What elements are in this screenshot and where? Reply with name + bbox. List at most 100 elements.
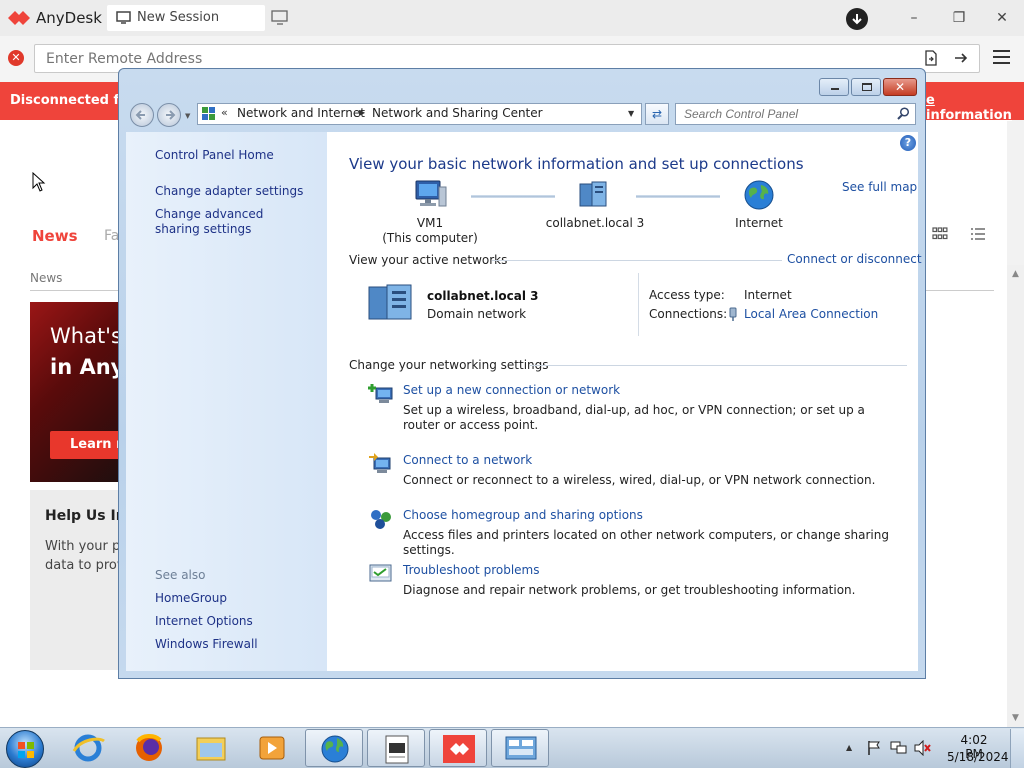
firefox-icon[interactable] bbox=[120, 729, 178, 767]
volume-muted-icon[interactable] bbox=[914, 740, 932, 756]
breadcrumb-network-and-internet[interactable]: Network and Internet bbox=[237, 106, 365, 120]
breadcrumb-overflow-icon[interactable]: « bbox=[221, 106, 228, 119]
recent-pages-dropdown-icon[interactable]: ▼ bbox=[185, 112, 190, 120]
map-node-label: Internet bbox=[735, 216, 783, 230]
scroll-up-icon[interactable]: ▲ bbox=[1010, 269, 1021, 279]
anydesk-logo-icon bbox=[8, 11, 30, 25]
map-connector-line bbox=[471, 195, 555, 198]
homegroup-sharing-desc: Access files and printers located on oth… bbox=[403, 528, 889, 557]
file-transfer-icon[interactable] bbox=[923, 50, 939, 66]
domain-network-icon[interactable] bbox=[367, 283, 417, 323]
networking-settings-heading: Change your networking settings bbox=[349, 358, 549, 372]
windows-firewall-link[interactable]: Windows Firewall bbox=[155, 637, 258, 652]
windows-explorer-icon[interactable] bbox=[182, 729, 240, 767]
homegroup-link[interactable]: HomeGroup bbox=[155, 591, 227, 606]
back-button[interactable] bbox=[130, 103, 154, 127]
banner-text: Disconnected fro bbox=[10, 93, 135, 108]
internet-explorer-icon[interactable] bbox=[59, 729, 117, 767]
address-dropdown-icon[interactable]: ▼ bbox=[628, 109, 634, 118]
scroll-down-icon[interactable]: ▼ bbox=[1010, 713, 1021, 723]
connections-label: Connections: bbox=[649, 307, 728, 321]
help-card-text-line1: With your p bbox=[45, 539, 121, 554]
internet-options-link[interactable]: Internet Options bbox=[155, 614, 253, 629]
new-connection-icon bbox=[368, 384, 393, 403]
troubleshoot-icon bbox=[369, 564, 392, 582]
grid-view-icon[interactable] bbox=[932, 226, 948, 242]
see-also-heading: See also bbox=[155, 568, 206, 582]
computer-icon[interactable] bbox=[413, 179, 447, 209]
vertical-scrollbar[interactable]: ▲ ▼ bbox=[1007, 265, 1024, 727]
section-divider bbox=[492, 260, 782, 261]
restore-icon[interactable]: ❐ bbox=[950, 9, 968, 27]
connect-to-network-link[interactable]: Connect to a network bbox=[403, 453, 532, 467]
page-title: View your basic network information and … bbox=[349, 155, 804, 173]
globe-icon[interactable] bbox=[744, 180, 774, 210]
list-view-icon[interactable] bbox=[970, 227, 986, 241]
hamburger-menu-icon[interactable] bbox=[993, 50, 1010, 64]
connect-to-network-desc: Connect or reconnect to a wireless, wire… bbox=[403, 473, 876, 487]
network-type[interactable]: Domain network bbox=[427, 307, 526, 321]
close-icon[interactable]: ✕ bbox=[993, 9, 1011, 27]
connect-to-network-icon bbox=[369, 453, 391, 473]
anydesk-taskbar-icon[interactable] bbox=[429, 729, 487, 767]
tab-new-session[interactable]: New Session bbox=[107, 5, 265, 31]
action-center-flag-icon[interactable] bbox=[866, 740, 882, 756]
control-panel-home-link[interactable]: Control Panel Home bbox=[155, 148, 274, 163]
homegroup-sharing-link[interactable]: Choose homegroup and sharing options bbox=[403, 508, 643, 522]
connect-arrow-icon[interactable] bbox=[953, 50, 969, 66]
access-type-value: Internet bbox=[744, 288, 792, 302]
disconnected-status-icon: ✕ bbox=[8, 50, 24, 66]
monitor-icon bbox=[116, 11, 131, 24]
clock-date[interactable]: 5/18/2024 bbox=[947, 750, 1009, 764]
map-connector-line bbox=[636, 195, 720, 198]
ethernet-icon bbox=[729, 307, 737, 321]
section-divider bbox=[530, 365, 907, 366]
tab-news[interactable]: News bbox=[32, 227, 78, 245]
new-tab-icon[interactable] bbox=[271, 10, 289, 26]
help-card-title: Help Us In bbox=[45, 508, 126, 524]
map-node-sublabel: (This computer) bbox=[382, 231, 478, 245]
media-player-icon[interactable] bbox=[243, 729, 301, 767]
minimize-icon[interactable]: – bbox=[905, 9, 923, 27]
help-icon[interactable]: ? bbox=[900, 135, 916, 151]
forward-button[interactable] bbox=[157, 103, 181, 127]
network-name: collabnet.local 3 bbox=[427, 289, 539, 303]
start-button[interactable] bbox=[6, 730, 44, 768]
breadcrumb-network-and-sharing-center[interactable]: Network and Sharing Center bbox=[372, 106, 543, 120]
troubleshoot-desc: Diagnose and repair network problems, or… bbox=[403, 583, 856, 597]
map-node-label: VM1 bbox=[416, 216, 444, 230]
promo-heading-line1: What's bbox=[50, 324, 122, 348]
banner-more-info-link[interactable]: e information bbox=[926, 93, 1024, 123]
control-panel-icon bbox=[202, 107, 215, 120]
refresh-icon[interactable]: ⇄ bbox=[645, 103, 669, 125]
window-close-button[interactable]: ✕ bbox=[883, 78, 917, 96]
show-desktop-button[interactable] bbox=[1010, 729, 1024, 768]
window-minimize-button[interactable] bbox=[819, 78, 849, 96]
access-type-label: Access type: bbox=[649, 288, 725, 302]
search-input[interactable] bbox=[675, 103, 916, 125]
connect-or-disconnect-link[interactable]: Connect or disconnect bbox=[787, 252, 922, 266]
homegroup-icon bbox=[371, 510, 391, 529]
search-icon[interactable] bbox=[897, 107, 910, 120]
document-viewer-icon[interactable] bbox=[367, 729, 425, 767]
show-hidden-icons-icon[interactable]: ▲ bbox=[846, 743, 852, 752]
news-section-label: News bbox=[30, 271, 63, 285]
change-adapter-settings-link[interactable]: Change adapter settings bbox=[155, 184, 303, 199]
network-globe-taskbar-icon[interactable] bbox=[305, 729, 363, 767]
local-area-connection-link[interactable]: Local Area Connection bbox=[744, 307, 878, 321]
control-panel-taskbar-icon[interactable] bbox=[491, 729, 549, 767]
network-tray-icon[interactable] bbox=[890, 740, 908, 756]
see-full-map-link[interactable]: See full map bbox=[842, 180, 917, 194]
troubleshoot-link[interactable]: Troubleshoot problems bbox=[403, 563, 539, 577]
map-node-label: collabnet.local 3 bbox=[545, 216, 645, 230]
mouse-cursor-icon bbox=[32, 172, 46, 192]
breadcrumb-separator-icon[interactable]: ▶ bbox=[359, 108, 365, 117]
download-icon[interactable] bbox=[846, 8, 868, 30]
change-advanced-sharing-link[interactable]: Change advanced sharing settings bbox=[155, 207, 305, 237]
tab-label: New Session bbox=[137, 10, 220, 25]
app-name: AnyDesk bbox=[36, 9, 102, 27]
window-maximize-button[interactable] bbox=[851, 78, 881, 96]
domain-network-icon[interactable] bbox=[578, 180, 610, 210]
setup-new-connection-link[interactable]: Set up a new connection or network bbox=[403, 383, 620, 397]
setup-new-connection-desc: Set up a wireless, broadband, dial-up, a… bbox=[403, 403, 865, 432]
